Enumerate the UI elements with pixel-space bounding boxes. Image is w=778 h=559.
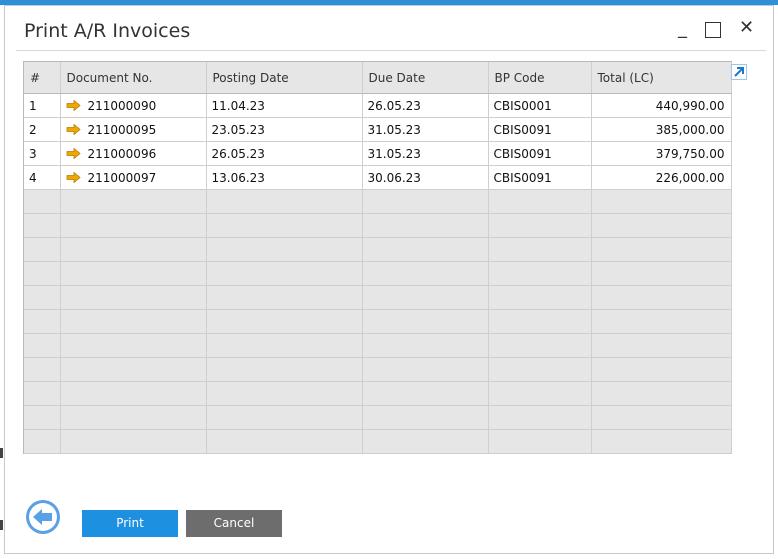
cell-bp-code: CBIS0091 xyxy=(488,165,592,190)
column-header-due-date[interactable]: Due Date xyxy=(362,62,489,94)
invoice-table: # Document No. Posting Date Due Date BP … xyxy=(24,62,732,454)
back-arrow-icon[interactable] xyxy=(25,499,61,535)
document-number: 211000097 xyxy=(87,170,157,185)
cell-due-date: 31.05.23 xyxy=(362,141,489,166)
cell-bp-code: CBIS0091 xyxy=(488,117,592,142)
cell-bp-code: CBIS0001 xyxy=(488,93,592,118)
print-ar-invoices-dialog: Print A/R Invoices _ ✕ # Document No. Po… xyxy=(4,5,774,554)
document-number: 211000090 xyxy=(87,98,157,113)
link-arrow-icon[interactable] xyxy=(66,123,81,135)
empty-table-row xyxy=(24,261,732,286)
table-row[interactable]: 2 211000095 23.05.23 31.05.23 CBIS0091 385,00… xyxy=(24,117,732,142)
column-header-bp-code[interactable]: BP Code xyxy=(488,62,592,94)
empty-table-row xyxy=(24,405,732,430)
cell-posting-date: 11.04.23 xyxy=(206,93,363,118)
cell-document-no[interactable]: 211000090 xyxy=(60,93,207,118)
column-header-number[interactable]: # xyxy=(24,62,61,94)
empty-table-row xyxy=(24,357,732,382)
cell-due-date: 31.05.23 xyxy=(362,117,489,142)
table-row[interactable]: 4 211000097 13.06.23 30.06.23 CBIS0091 226,00… xyxy=(24,165,732,190)
dialog-title: Print A/R Invoices xyxy=(24,20,191,42)
cell-document-no[interactable]: 211000096 xyxy=(60,141,207,166)
maximize-button[interactable] xyxy=(705,22,721,38)
cancel-button[interactable]: Cancel xyxy=(186,510,282,537)
cell-total-lc: 440,990.00 xyxy=(591,93,732,118)
cell-row-number: 1 xyxy=(24,93,61,118)
cell-due-date: 26.05.23 xyxy=(362,93,489,118)
table-row[interactable]: 1 211000090 11.04.23 26.05.23 CBIS0001 440,99… xyxy=(24,93,732,118)
empty-table-row xyxy=(24,213,732,238)
title-divider xyxy=(16,50,766,51)
table-header-row: # Document No. Posting Date Due Date BP … xyxy=(24,62,732,94)
invoice-grid: # Document No. Posting Date Due Date BP … xyxy=(23,61,747,454)
column-header-posting-date[interactable]: Posting Date xyxy=(206,62,363,94)
link-arrow-icon[interactable] xyxy=(66,147,81,159)
cell-posting-date: 26.05.23 xyxy=(206,141,363,166)
link-arrow-icon[interactable] xyxy=(66,171,81,183)
empty-table-row xyxy=(24,429,732,454)
left-edge-mark xyxy=(0,520,3,530)
column-header-document-no[interactable]: Document No. xyxy=(60,62,207,94)
table-row[interactable]: 3 211000096 26.05.23 31.05.23 CBIS0091 379,75… xyxy=(24,141,732,166)
empty-table-row xyxy=(24,285,732,310)
left-edge-mark xyxy=(0,448,3,458)
cell-row-number: 3 xyxy=(24,141,61,166)
cell-total-lc: 379,750.00 xyxy=(591,141,732,166)
cell-posting-date: 13.06.23 xyxy=(206,165,363,190)
close-button[interactable]: ✕ xyxy=(739,16,754,40)
column-header-total-lc[interactable]: Total (LC) xyxy=(591,62,732,94)
cell-document-no[interactable]: 211000097 xyxy=(60,165,207,190)
empty-table-row xyxy=(24,381,732,406)
cell-total-lc: 385,000.00 xyxy=(591,117,732,142)
document-number: 211000095 xyxy=(87,122,157,137)
cell-total-lc: 226,000.00 xyxy=(591,165,732,190)
empty-table-row xyxy=(24,309,732,334)
table-body: 1 211000090 11.04.23 26.05.23 CBIS0001 440,99… xyxy=(24,93,732,454)
cell-row-number: 2 xyxy=(24,117,61,142)
cell-row-number: 4 xyxy=(24,165,61,190)
empty-table-row xyxy=(24,333,732,358)
cell-posting-date: 23.05.23 xyxy=(206,117,363,142)
document-number: 211000096 xyxy=(87,146,157,161)
minimize-button[interactable]: _ xyxy=(678,17,687,41)
cell-document-no[interactable]: 211000095 xyxy=(60,117,207,142)
print-button[interactable]: Print xyxy=(82,510,178,537)
link-arrow-icon[interactable] xyxy=(66,99,81,111)
cell-due-date: 30.06.23 xyxy=(362,165,489,190)
expand-icon[interactable] xyxy=(731,64,747,80)
empty-table-row xyxy=(24,189,732,214)
cell-bp-code: CBIS0091 xyxy=(488,141,592,166)
empty-table-row xyxy=(24,237,732,262)
